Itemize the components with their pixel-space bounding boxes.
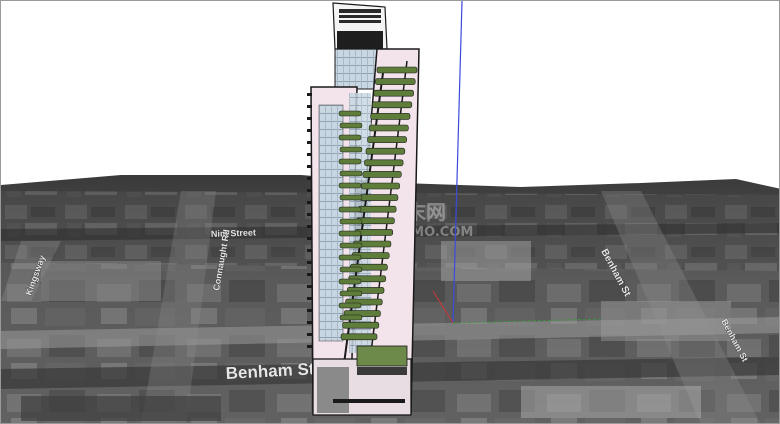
- balcony-band-left: [338, 254, 362, 261]
- balcony-band: [357, 205, 397, 213]
- balcony-band-left: [339, 146, 363, 153]
- balcony-band-left: [339, 170, 363, 177]
- balcony-band-left: [338, 206, 362, 213]
- sketchup-viewport[interactable]: Benham Street Nim Street Kingsway Connau…: [0, 0, 780, 424]
- balcony-band: [356, 217, 395, 225]
- balcony-band: [375, 78, 416, 85]
- balcony-band-left: [338, 158, 362, 165]
- balcony-band: [340, 333, 378, 341]
- balcony-band: [362, 171, 402, 178]
- balcony-band-left: [338, 230, 362, 237]
- balcony-band-left: [339, 122, 363, 129]
- balcony-band: [373, 89, 414, 97]
- balcony-band-left: [339, 194, 363, 201]
- balcony-band: [364, 159, 404, 167]
- balcony-band-left: [339, 218, 363, 225]
- balcony-band: [367, 136, 407, 143]
- balcony-band-left: [339, 242, 363, 249]
- balcony-band-left: [338, 278, 362, 285]
- balcony-band: [359, 194, 399, 201]
- balcony-band-left: [339, 314, 363, 321]
- street-label-nim: Nim Street: [211, 227, 256, 239]
- balcony-band: [360, 182, 400, 190]
- balcony-band-left: [339, 290, 363, 297]
- balcony-band: [365, 147, 406, 155]
- balcony-band: [342, 321, 380, 329]
- balcony-band-left: [338, 110, 362, 117]
- balcony-band: [371, 101, 413, 109]
- balcony-band-left: [339, 266, 363, 273]
- balcony-band: [370, 113, 411, 120]
- balcony-band: [368, 124, 409, 132]
- balcony-band-left: [338, 182, 362, 189]
- balcony-band-left: [338, 134, 362, 141]
- balcony-band-left: [338, 302, 362, 309]
- balcony-band: [376, 66, 418, 74]
- 3d-scene[interactable]: Benham Street Nim Street Kingsway Connau…: [1, 1, 780, 424]
